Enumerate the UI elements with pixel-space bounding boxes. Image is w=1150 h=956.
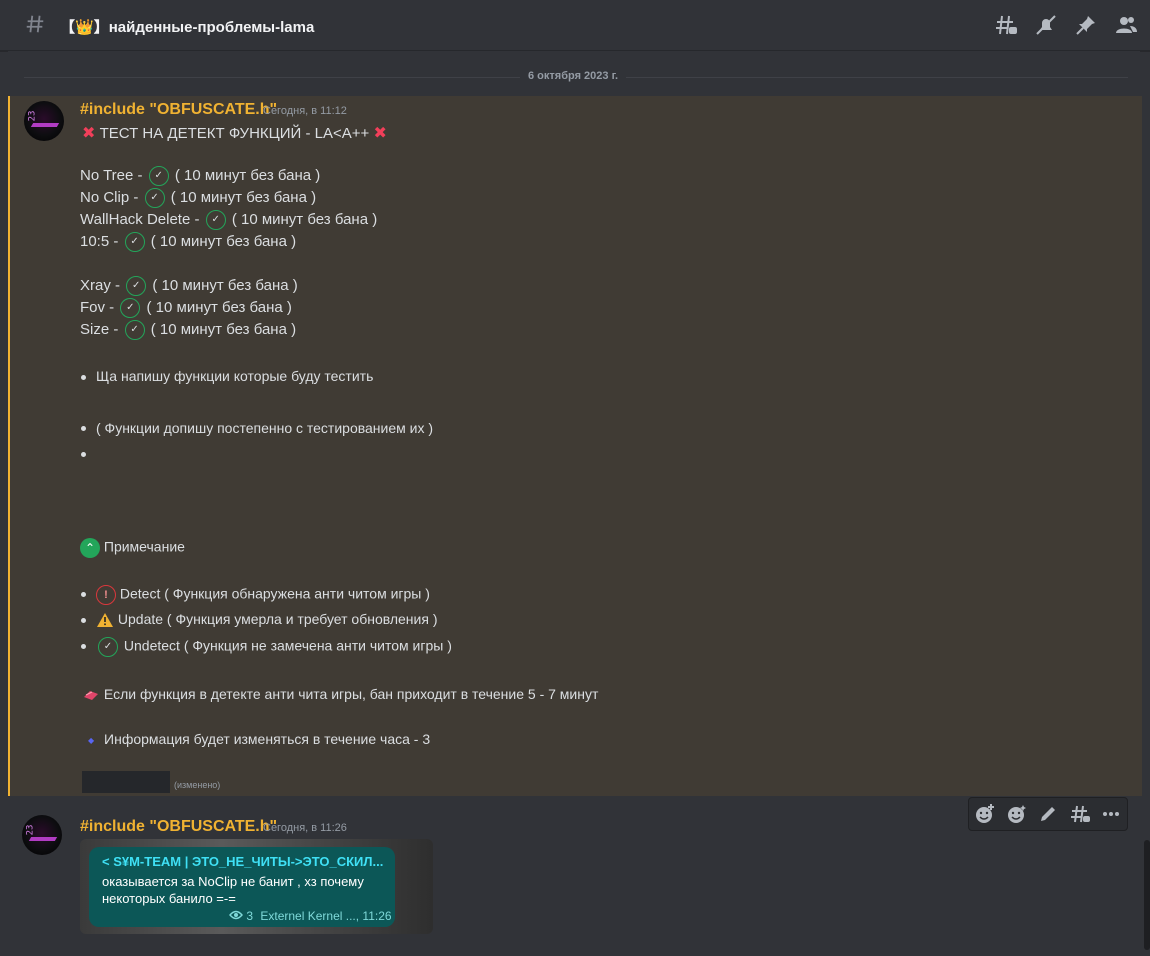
heading-text: ТЕСТ НА ДЕТЕКТ ФУНКЦИЙ - LA<A++ bbox=[99, 125, 370, 142]
feature-name: WallHack Delete - bbox=[80, 210, 204, 228]
mute-icon[interactable] bbox=[1034, 13, 1058, 37]
eye-icon bbox=[229, 909, 246, 923]
ban-info: Если функция в детекте анти чита игры, б… bbox=[82, 686, 598, 702]
note-heading: ⌃ Примечание bbox=[80, 538, 185, 558]
threads-icon[interactable] bbox=[994, 13, 1018, 37]
embed-title[interactable]: < S¥M-TEAM | ЭТО_НЕ_ЧИТЫ->ЭТО_СКИЛ... bbox=[102, 854, 383, 869]
feature-note: ( 10 минут без бана ) bbox=[152, 276, 298, 294]
members-icon[interactable] bbox=[1114, 13, 1138, 37]
feature-name: Xray - bbox=[80, 276, 125, 294]
check-mark-icon: ✓ bbox=[124, 232, 145, 252]
cross-mark-icon: ✖ bbox=[82, 125, 96, 142]
check-mark-icon: ✓ bbox=[98, 637, 118, 657]
feature-note: ( 10 минут без бана ) bbox=[170, 188, 317, 206]
warning-icon bbox=[96, 612, 114, 628]
avatar[interactable] bbox=[22, 815, 62, 855]
edit-icon[interactable] bbox=[1037, 803, 1059, 825]
embed-source: Externel Kernel ..., 11:26 bbox=[260, 909, 392, 923]
feature-row: Size - ✓ ( 10 минут без бана ) bbox=[80, 320, 296, 340]
legend-item: Update ( Функция умерла и требует обновл… bbox=[96, 611, 437, 628]
list-item: ( Функции допишу постепенно с тестирован… bbox=[96, 420, 434, 436]
legend-label: Update ( Функция умерла и требует обновл… bbox=[117, 611, 438, 627]
embed-text-line: некоторых банило =-= bbox=[102, 891, 236, 906]
info-update: ◆ Информация будет изменяться в течение … bbox=[88, 731, 430, 747]
feature-note: ( 10 минут без бана ) bbox=[231, 210, 378, 228]
cross-mark-icon: ✖ bbox=[373, 125, 387, 142]
thread-icon[interactable] bbox=[1069, 803, 1091, 825]
timestamp: Сегодня, в 11:12 bbox=[263, 105, 347, 117]
feature-note: ( 10 минут без бана ) bbox=[146, 298, 292, 316]
legend-item: ✓ Undetect ( Функция не замечена анти чи… bbox=[96, 637, 452, 657]
author-name[interactable]: #include "OBFUSCATE.h" bbox=[80, 101, 277, 119]
message-highlighted[interactable]: #include "OBFUSCATE.h" Сегодня, в 11:12 … bbox=[8, 96, 1142, 796]
list-item: Ща напишу функции которые буду тестить bbox=[96, 368, 374, 384]
feature-name: Fov - bbox=[80, 298, 119, 316]
add-reaction-icon[interactable] bbox=[974, 803, 996, 825]
pin-icon[interactable] bbox=[1074, 13, 1098, 37]
embed-image[interactable]: < S¥M-TEAM | ЭТО_НЕ_ЧИТЫ->ЭТО_СКИЛ... ок… bbox=[80, 839, 433, 934]
feature-note: ( 10 минут без бана ) bbox=[174, 166, 321, 184]
list-bullet bbox=[81, 644, 86, 649]
view-count: 3 bbox=[246, 909, 254, 923]
redacted-block bbox=[82, 771, 170, 793]
avatar[interactable] bbox=[24, 101, 64, 141]
feature-note: ( 10 минут без бана ) bbox=[150, 232, 297, 250]
title-prefix: 【 bbox=[60, 19, 76, 36]
legend-label: Detect ( Функция обнаружена анти читом и… bbox=[119, 585, 430, 602]
legend-label: Undetect ( Функция не замечена анти чито… bbox=[123, 637, 452, 654]
date-divider-label: 6 октября 2023 г. bbox=[520, 70, 627, 82]
scrollbar[interactable] bbox=[1144, 840, 1150, 950]
small-diamond-icon: ◆ bbox=[88, 735, 95, 745]
exclamation-icon: ! bbox=[96, 585, 116, 605]
feature-row: No Clip - ✓ ( 10 минут без бана ) bbox=[80, 188, 316, 208]
super-reaction-icon[interactable] bbox=[1005, 803, 1027, 825]
feature-row: Xray - ✓ ( 10 минут без бана ) bbox=[80, 276, 298, 296]
up-arrow-icon: ⌃ bbox=[80, 538, 100, 558]
check-mark-icon: ✓ bbox=[120, 298, 141, 318]
check-mark-icon: ✓ bbox=[144, 188, 165, 208]
header-toolbar bbox=[994, 13, 1138, 37]
ruby-gem-icon bbox=[82, 688, 100, 702]
timestamp: Сегодня, в 11:26 bbox=[263, 822, 347, 834]
list-bullet bbox=[81, 592, 86, 597]
feature-name: 10:5 - bbox=[80, 232, 123, 250]
more-icon[interactable] bbox=[1100, 803, 1122, 825]
embed-meta: 3 Externel Kernel ..., 11:26 bbox=[229, 909, 392, 923]
message-actions-bar bbox=[968, 797, 1128, 831]
feature-row: No Tree - ✓ ( 10 минут без бана ) bbox=[80, 166, 320, 186]
feature-row: Fov - ✓ ( 10 минут без бана ) bbox=[80, 298, 292, 318]
note-title: Примечание bbox=[103, 538, 185, 555]
info-update-text: Информация будет изменяться в течение ча… bbox=[104, 731, 431, 747]
list-bullet bbox=[81, 426, 86, 431]
author-name[interactable]: #include "OBFUSCATE.h" bbox=[80, 818, 277, 836]
channel-name: 】найденные-проблемы-lama bbox=[93, 19, 315, 36]
ban-info-text: Если функция в детекте анти чита игры, б… bbox=[103, 686, 599, 702]
check-mark-icon: ✓ bbox=[124, 320, 145, 340]
channel-title: 【👑】найденные-проблемы-lama bbox=[60, 16, 314, 37]
embed-text-line: оказывается за NoClip не банит , хз поче… bbox=[102, 874, 364, 889]
legend-item: ! Detect ( Функция обнаружена анти читом… bbox=[96, 585, 430, 605]
message-heading: ✖ ТЕСТ НА ДЕТЕКТ ФУНКЦИЙ - LA<A++ ✖ bbox=[82, 123, 387, 143]
check-mark-icon: ✓ bbox=[126, 276, 147, 296]
message-list[interactable]: 6 октября 2023 г. #include "OBFUSCATE.h"… bbox=[8, 51, 1142, 941]
feature-name: No Clip - bbox=[80, 188, 143, 206]
feature-row: 10:5 - ✓ ( 10 минут без бана ) bbox=[80, 232, 296, 252]
feature-row: WallHack Delete - ✓ ( 10 минут без бана … bbox=[80, 210, 377, 230]
feature-name: No Tree - bbox=[80, 166, 147, 184]
feature-name: Size - bbox=[80, 320, 123, 338]
forwarded-post-card[interactable]: < S¥M-TEAM | ЭТО_НЕ_ЧИТЫ->ЭТО_СКИЛ... ок… bbox=[89, 847, 395, 927]
channel-header: 【👑】найденные-проблемы-lama bbox=[0, 0, 1150, 51]
list-bullet bbox=[81, 618, 86, 623]
edited-label: (изменено) bbox=[174, 780, 221, 790]
list-bullet bbox=[81, 375, 86, 380]
list-bullet bbox=[81, 452, 86, 457]
crown-emoji: 👑 bbox=[75, 19, 94, 36]
feature-note: ( 10 минут без бана ) bbox=[150, 320, 297, 338]
check-mark-icon: ✓ bbox=[148, 166, 169, 186]
check-mark-icon: ✓ bbox=[205, 210, 226, 230]
hash-icon bbox=[24, 13, 46, 40]
